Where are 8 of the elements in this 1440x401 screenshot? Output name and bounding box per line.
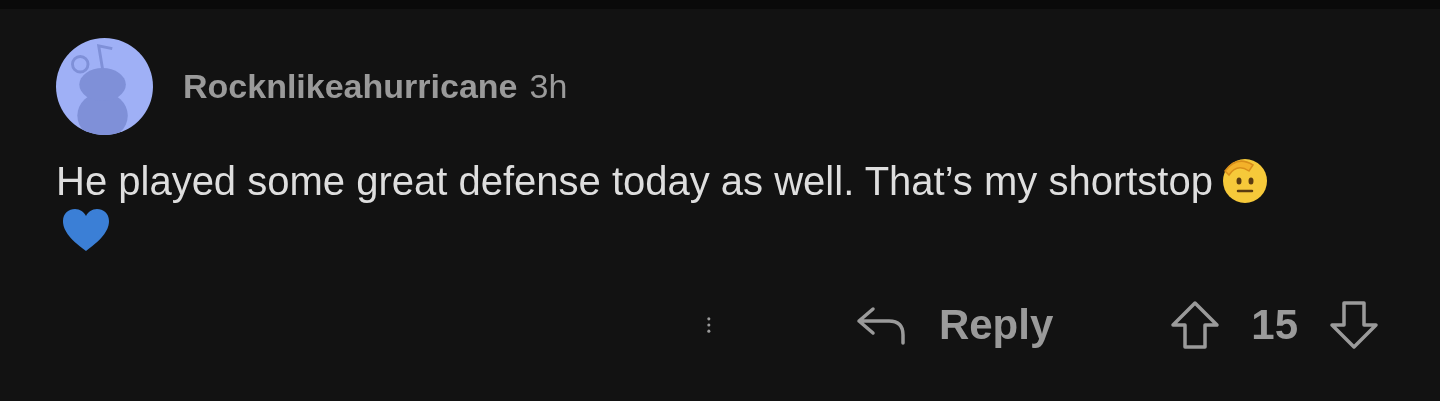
downvote-icon[interactable]: [1328, 299, 1380, 351]
comment-text: He played some great defense today as well. That’s my shortstop: [56, 153, 1276, 257]
timestamp: 3h: [529, 67, 568, 106]
username[interactable]: Rocknlikeahurricane: [183, 67, 518, 106]
vote-count: 15: [1251, 301, 1298, 349]
avatar-icon: [56, 38, 153, 135]
reply-button[interactable]: Reply: [854, 299, 1054, 351]
upvote-icon[interactable]: [1169, 299, 1222, 351]
